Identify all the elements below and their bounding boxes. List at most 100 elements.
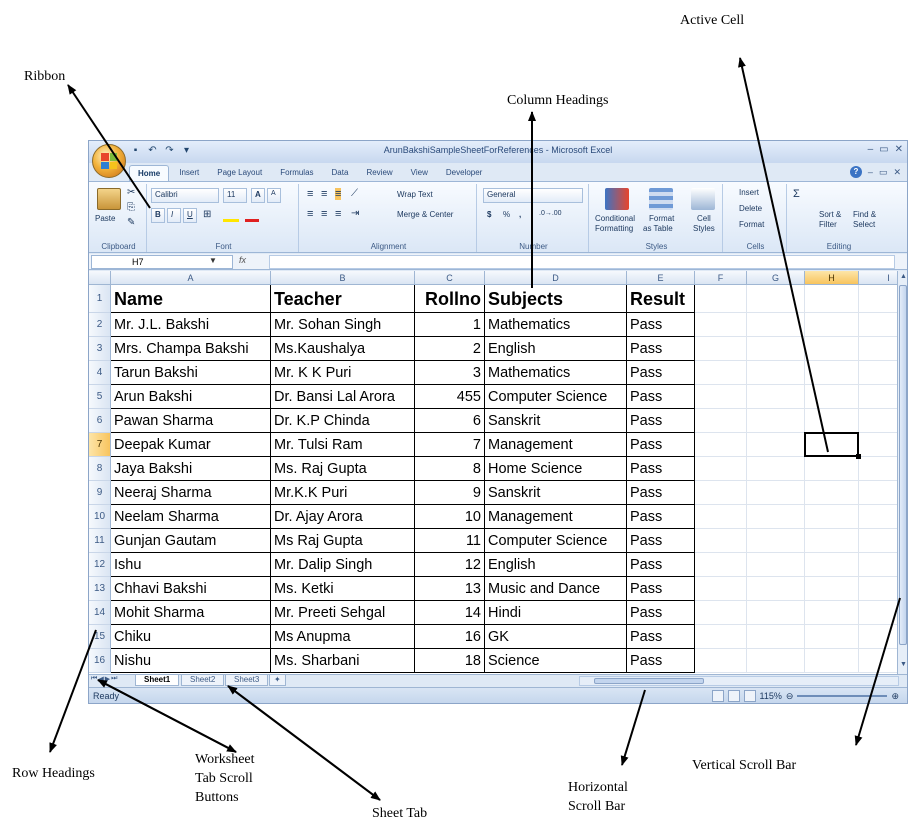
tab-page-layout[interactable]: Page Layout bbox=[209, 165, 270, 181]
scroll-down-icon[interactable]: ▼ bbox=[900, 661, 907, 668]
cell-g-empty[interactable] bbox=[747, 409, 805, 433]
cell-c-rollno[interactable]: 2 bbox=[415, 337, 485, 361]
cell-c-rollno[interactable]: 10 bbox=[415, 505, 485, 529]
indent-icon[interactable]: ⇥ bbox=[351, 208, 359, 219]
cell-c-rollno[interactable]: 11 bbox=[415, 529, 485, 553]
cell-b-teacher[interactable]: Dr. K.P Chinda bbox=[271, 409, 415, 433]
merge-center-button[interactable]: Merge & Center bbox=[397, 210, 453, 219]
number-format-select[interactable]: General bbox=[483, 188, 583, 203]
office-button[interactable] bbox=[92, 144, 126, 178]
row-heading[interactable]: 4 bbox=[89, 361, 111, 385]
close-button[interactable]: ✕ bbox=[895, 144, 903, 155]
cell-d-subject[interactable]: Music and Dance bbox=[485, 577, 627, 601]
copy-icon[interactable]: ⎘ bbox=[127, 202, 135, 213]
cell-d-subject[interactable]: Mathematics bbox=[485, 313, 627, 337]
grow-font-button[interactable]: A bbox=[251, 188, 265, 203]
delete-cells-button[interactable]: Delete bbox=[739, 204, 762, 213]
cell-h-empty[interactable] bbox=[805, 385, 859, 409]
font-color-icon[interactable] bbox=[245, 208, 259, 222]
cell-f-empty[interactable] bbox=[695, 361, 747, 385]
cell-a-name[interactable]: Mr. J.L. Bakshi bbox=[111, 313, 271, 337]
shrink-font-button[interactable]: A bbox=[267, 188, 281, 203]
cell-g-empty[interactable] bbox=[747, 385, 805, 409]
cell-h-empty[interactable] bbox=[805, 505, 859, 529]
cell-i-empty[interactable] bbox=[859, 433, 897, 457]
sort-filter-button[interactable]: Sort & bbox=[819, 210, 841, 219]
horizontal-scroll-bar[interactable] bbox=[579, 676, 899, 686]
name-box-dropdown-icon[interactable]: ▼ bbox=[209, 256, 217, 265]
tab-home[interactable]: Home bbox=[129, 165, 170, 181]
cell-styles-label[interactable]: Styles bbox=[693, 224, 715, 233]
cell-b-teacher[interactable]: Dr. Bansi Lal Arora bbox=[271, 385, 415, 409]
row-heading[interactable]: 2 bbox=[89, 313, 111, 337]
cell-g-empty[interactable] bbox=[747, 577, 805, 601]
cell-i-empty[interactable] bbox=[859, 505, 897, 529]
cell-f-empty[interactable] bbox=[695, 601, 747, 625]
row-heading[interactable]: 3 bbox=[89, 337, 111, 361]
cell-h-empty[interactable] bbox=[805, 577, 859, 601]
column-heading-e[interactable]: E bbox=[627, 271, 695, 285]
tab-view[interactable]: View bbox=[403, 165, 436, 181]
cell-c-rollno[interactable]: 12 bbox=[415, 553, 485, 577]
cell-h-empty[interactable] bbox=[805, 313, 859, 337]
cell-f-empty[interactable] bbox=[695, 313, 747, 337]
cell-g-empty[interactable] bbox=[747, 553, 805, 577]
cell-f-empty[interactable] bbox=[695, 433, 747, 457]
cell-b-teacher[interactable]: Mr. K K Puri bbox=[271, 361, 415, 385]
row-heading[interactable]: 12 bbox=[89, 553, 111, 577]
cell-a-name[interactable]: Pawan Sharma bbox=[111, 409, 271, 433]
cell-b-teacher[interactable]: Ms Anupma bbox=[271, 625, 415, 649]
find-select-label[interactable]: Select bbox=[853, 220, 875, 229]
cell-h-empty[interactable] bbox=[805, 529, 859, 553]
column-heading-d[interactable]: D bbox=[485, 271, 627, 285]
cell-b-teacher[interactable]: Dr. Ajay Arora bbox=[271, 505, 415, 529]
cell-i-empty[interactable] bbox=[859, 625, 897, 649]
cut-icon[interactable]: ✂ bbox=[127, 187, 135, 198]
cell-c-rollno[interactable]: 13 bbox=[415, 577, 485, 601]
cell-a-name[interactable]: Ishu bbox=[111, 553, 271, 577]
cell-b-teacher[interactable]: Ms. Raj Gupta bbox=[271, 457, 415, 481]
cell-c-rollno[interactable]: Rollno bbox=[415, 285, 485, 313]
cell-b-teacher[interactable]: Ms. Sharbani bbox=[271, 649, 415, 673]
autosum-button[interactable]: Σ bbox=[793, 188, 800, 200]
column-heading-i[interactable]: I bbox=[859, 271, 897, 285]
underline-button[interactable]: U bbox=[183, 208, 197, 223]
increase-decimal-icon[interactable]: .0→.00 bbox=[539, 210, 562, 217]
cell-h-empty[interactable] bbox=[805, 649, 859, 673]
cell-i-empty[interactable] bbox=[859, 457, 897, 481]
next-sheet-icon[interactable]: ▶ bbox=[105, 675, 110, 683]
row-heading[interactable]: 8 bbox=[89, 457, 111, 481]
cell-e-result[interactable]: Result bbox=[627, 285, 695, 313]
cell-g-empty[interactable] bbox=[747, 601, 805, 625]
cell-d-subject[interactable]: Sanskrit bbox=[485, 481, 627, 505]
cell-d-subject[interactable]: Home Science bbox=[485, 457, 627, 481]
first-sheet-icon[interactable]: ⏮ bbox=[91, 675, 97, 683]
cell-f-empty[interactable] bbox=[695, 385, 747, 409]
cell-g-empty[interactable] bbox=[747, 433, 805, 457]
cell-c-rollno[interactable]: 455 bbox=[415, 385, 485, 409]
column-heading-g[interactable]: G bbox=[747, 271, 805, 285]
cell-h-empty[interactable] bbox=[805, 337, 859, 361]
zoom-slider[interactable] bbox=[797, 695, 888, 697]
sheet-tab-sheet2[interactable]: Sheet2 bbox=[181, 675, 225, 686]
cell-b-teacher[interactable]: Mr. Sohan Singh bbox=[271, 313, 415, 337]
cell-h-empty[interactable] bbox=[805, 625, 859, 649]
cell-g-empty[interactable] bbox=[747, 529, 805, 553]
vertical-scroll-thumb[interactable] bbox=[899, 285, 907, 645]
ribbon-minimize-button[interactable]: – bbox=[868, 167, 873, 177]
cell-c-rollno[interactable]: 8 bbox=[415, 457, 485, 481]
format-as-table-button[interactable]: Format bbox=[649, 214, 674, 223]
format-painter-icon[interactable]: ✎ bbox=[127, 217, 135, 228]
cell-e-result[interactable]: Pass bbox=[627, 361, 695, 385]
cell-i-empty[interactable] bbox=[859, 649, 897, 673]
cell-g-empty[interactable] bbox=[747, 625, 805, 649]
cell-e-result[interactable]: Pass bbox=[627, 337, 695, 361]
cell-f-empty[interactable] bbox=[695, 625, 747, 649]
cell-b-teacher[interactable]: Ms.Kaushalya bbox=[271, 337, 415, 361]
cell-i-empty[interactable] bbox=[859, 313, 897, 337]
cell-i-empty[interactable] bbox=[859, 385, 897, 409]
conditional-formatting-icon[interactable] bbox=[605, 188, 629, 210]
align-middle-icon[interactable]: ≡ bbox=[321, 188, 327, 200]
cell-d-subject[interactable]: Mathematics bbox=[485, 361, 627, 385]
column-heading-f[interactable]: F bbox=[695, 271, 747, 285]
